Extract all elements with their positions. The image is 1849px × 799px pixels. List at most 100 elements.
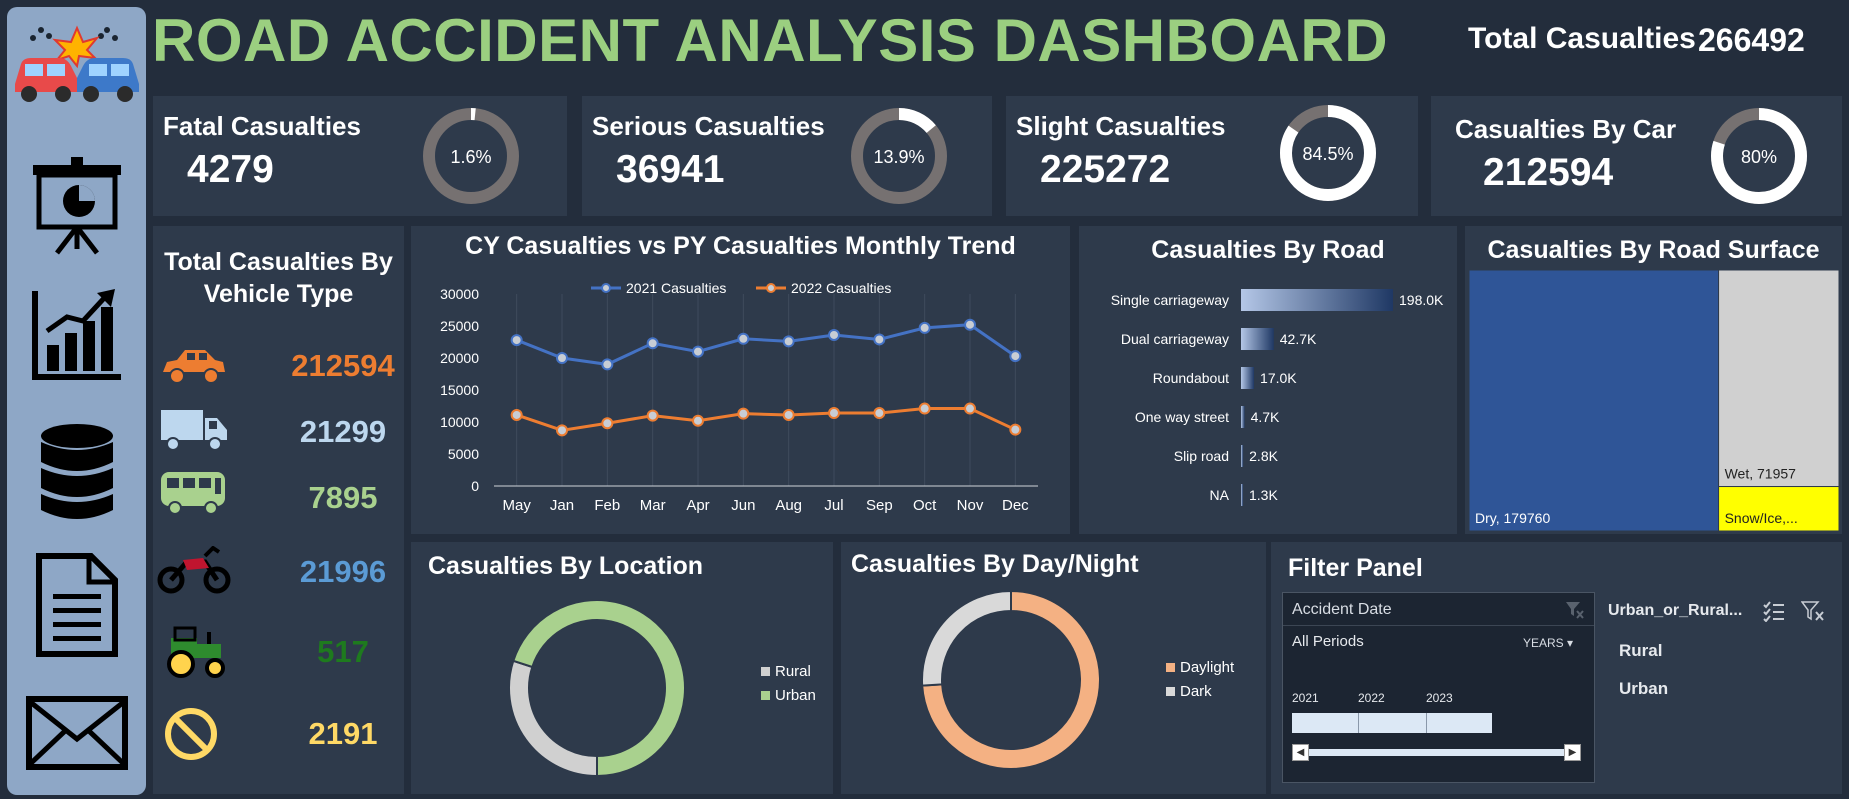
kpi-card-slight: Slight Casualties 225272 84.5% bbox=[1006, 96, 1418, 216]
legend-marker bbox=[601, 283, 611, 293]
bar bbox=[1241, 367, 1255, 389]
legend-marker bbox=[766, 283, 776, 293]
multi-select-icon[interactable] bbox=[1762, 600, 1786, 622]
y-tick-label: 20000 bbox=[440, 350, 479, 366]
kpi-label: Slight Casualties bbox=[1016, 111, 1226, 141]
slicer-item-urban[interactable]: Urban bbox=[1619, 679, 1668, 699]
data-point bbox=[510, 408, 523, 421]
panel-title: Total Casualties By Vehicle Type bbox=[164, 248, 393, 308]
donut-slice bbox=[508, 659, 598, 778]
data-point bbox=[692, 414, 704, 427]
treemap-label: Wet, 71957 bbox=[1725, 466, 1797, 482]
kpi-ring: 80% bbox=[1711, 108, 1807, 204]
data-point bbox=[510, 334, 523, 347]
data-point bbox=[601, 417, 614, 430]
x-tick-label: Aug bbox=[775, 497, 802, 514]
kpi-ring: 84.5% bbox=[1280, 105, 1376, 201]
category-label: Slip road bbox=[1174, 448, 1229, 464]
vehicle-row-other: 2191 bbox=[153, 704, 403, 764]
series-line bbox=[516, 407, 1016, 432]
kpi-percent: 80% bbox=[1741, 147, 1777, 167]
kpi-label: Serious Casualties bbox=[592, 111, 825, 141]
other-icon bbox=[165, 708, 217, 760]
document-icon[interactable] bbox=[7, 552, 146, 658]
total-casualties-label: Total Casualties bbox=[1468, 22, 1696, 55]
kpi-value: 225272 bbox=[1040, 148, 1171, 191]
kpi-ring: 13.9% bbox=[851, 108, 947, 204]
scroll-thumb[interactable] bbox=[1309, 749, 1564, 756]
data-point bbox=[918, 321, 931, 334]
category-label: NA bbox=[1210, 487, 1230, 503]
kpi-card-fatal: Fatal Casualties 4279 1.6% bbox=[153, 96, 567, 216]
category-label: Single carriageway bbox=[1111, 292, 1229, 308]
data-point bbox=[692, 345, 704, 358]
legend-label: Dark bbox=[1180, 683, 1212, 700]
x-tick-label: Jun bbox=[731, 497, 755, 514]
timeline-year: 2022 bbox=[1358, 691, 1385, 705]
legend-label: 2021 Casualties bbox=[626, 280, 726, 296]
data-point bbox=[964, 318, 976, 331]
vehicle-value: 517 bbox=[317, 634, 369, 669]
vehicle-row-car: 212594 bbox=[153, 336, 403, 396]
data-point bbox=[1009, 350, 1022, 363]
bar bbox=[1241, 328, 1274, 350]
divider bbox=[1426, 713, 1427, 733]
donut-slice bbox=[921, 589, 1012, 687]
kpi-ring: 1.6% bbox=[423, 108, 519, 204]
vehicle-value: 7895 bbox=[308, 480, 378, 515]
legend-swatch bbox=[1166, 663, 1175, 672]
vehicle-value: 212594 bbox=[291, 348, 395, 383]
sidebar bbox=[7, 7, 146, 795]
slicer-header: Urban_or_Rural... bbox=[1608, 602, 1743, 619]
series-line bbox=[516, 323, 1017, 366]
car-crash-icon[interactable] bbox=[7, 22, 146, 112]
timeline-scrollbar[interactable]: ◀ ▶ bbox=[1292, 743, 1582, 763]
kpi-percent: 13.9% bbox=[873, 147, 924, 167]
bus-icon bbox=[161, 472, 225, 515]
value-label: 2.8K bbox=[1249, 448, 1278, 464]
all-periods-label: All Periods bbox=[1292, 633, 1364, 650]
x-tick-label: May bbox=[502, 497, 531, 514]
timeline-bar[interactable] bbox=[1292, 713, 1492, 733]
legend-swatch bbox=[1166, 687, 1175, 696]
x-tick-label: Feb bbox=[594, 497, 620, 514]
vehicle-value: 21299 bbox=[299, 414, 387, 449]
slicer-item-rural[interactable]: Rural bbox=[1619, 641, 1662, 661]
divider bbox=[1358, 713, 1359, 733]
road-type-panel: Casualties By Road Single carriageway 198… bbox=[1079, 226, 1457, 534]
data-point bbox=[556, 352, 568, 364]
clear-filter-icon[interactable] bbox=[1801, 600, 1825, 622]
bar-chart-icon[interactable] bbox=[7, 287, 146, 383]
period-unit-dropdown[interactable]: YEARS ▾ bbox=[1523, 636, 1573, 650]
van-icon bbox=[161, 410, 227, 451]
vehicle-row-tractor: 517 bbox=[153, 622, 403, 682]
value-label: 198.0K bbox=[1399, 292, 1444, 308]
database-icon[interactable] bbox=[7, 422, 146, 522]
clear-filter-icon[interactable] bbox=[1565, 601, 1585, 619]
vehicle-row-van: 21299 bbox=[153, 402, 403, 462]
treemap-chart: Dry, 179760 Wet, 71957 Snow/Ice,... bbox=[1468, 269, 1840, 532]
bar bbox=[1241, 289, 1393, 311]
date-timeline-slicer[interactable]: Accident Date All Periods YEARS ▾ 2021 2… bbox=[1282, 592, 1595, 783]
value-label: 4.7K bbox=[1251, 409, 1280, 425]
data-point bbox=[918, 402, 931, 415]
road-surface-panel: Casualties By Road Surface Dry, 179760 We… bbox=[1465, 226, 1842, 534]
data-point bbox=[737, 407, 750, 420]
scroll-right-icon[interactable]: ▶ bbox=[1564, 744, 1581, 761]
y-tick-label: 0 bbox=[471, 478, 479, 494]
kpi-percent: 84.5% bbox=[1302, 144, 1353, 164]
data-point bbox=[828, 407, 840, 420]
category-label: Roundabout bbox=[1153, 370, 1229, 386]
data-point bbox=[646, 409, 659, 422]
vehicle-row-bus: 7895 bbox=[153, 468, 403, 528]
treemap-tile bbox=[1468, 269, 1720, 532]
vehicle-value: 2191 bbox=[308, 716, 378, 751]
x-tick-label: Sep bbox=[866, 497, 893, 514]
data-point bbox=[646, 337, 659, 350]
timeline-year: 2021 bbox=[1292, 691, 1319, 705]
value-label: 17.0K bbox=[1260, 370, 1297, 386]
bar bbox=[1241, 445, 1244, 467]
mail-icon[interactable] bbox=[7, 695, 146, 771]
presentation-icon[interactable] bbox=[7, 157, 146, 257]
scroll-left-icon[interactable]: ◀ bbox=[1292, 744, 1309, 761]
